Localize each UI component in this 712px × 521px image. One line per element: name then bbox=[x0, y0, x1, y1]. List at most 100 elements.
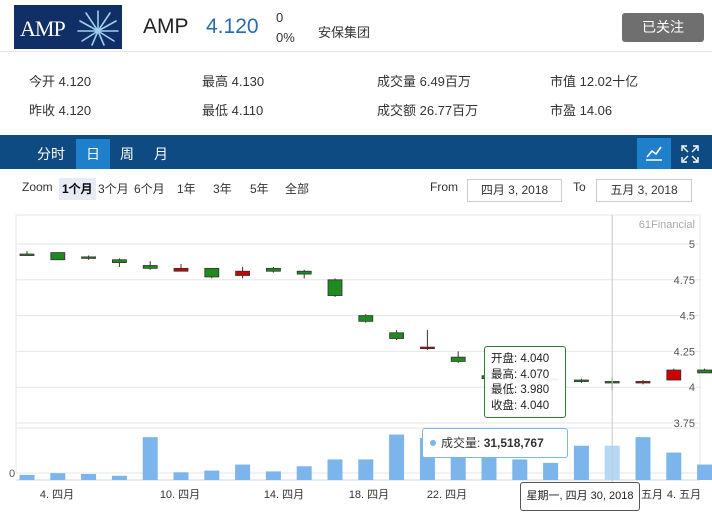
price-change-percent: 0% bbox=[276, 30, 295, 45]
stat-volume: 成交量 6.49百万 bbox=[377, 74, 471, 89]
volume-bar bbox=[512, 459, 528, 480]
chart-credit: 61Financial bbox=[639, 219, 695, 231]
y-tick-label: 5 bbox=[689, 239, 695, 251]
period-tabs: 分时 日 周 月 bbox=[0, 135, 712, 169]
y-tick-label: 4 bbox=[689, 382, 695, 394]
volume-bar bbox=[81, 474, 97, 480]
stat-pe: 市盈 14.06 bbox=[550, 103, 613, 118]
starburst-icon bbox=[77, 10, 119, 46]
tab-intraday[interactable]: 分时 bbox=[28, 139, 74, 169]
candle-body bbox=[327, 279, 343, 296]
volume-bar bbox=[204, 470, 220, 480]
x-tick-label: 4. 五月 bbox=[667, 489, 701, 501]
zoom-all-button[interactable]: 全部 bbox=[282, 178, 312, 200]
volume-bar bbox=[50, 473, 66, 480]
ohlc-tooltip: 开盘: 4.040 最高: 4.070 最低: 3.980 收盘: 4.040 bbox=[484, 346, 566, 418]
zoom-label: Zoom bbox=[22, 180, 53, 194]
quote-header: AMP AMP 4.120 0 0% 安保集团 已关注 bbox=[0, 0, 712, 52]
ticker-symbol: AMP bbox=[143, 15, 189, 38]
stat-high: 最高 4.130 bbox=[202, 74, 265, 89]
x-tick-label: 10. 四月 bbox=[160, 489, 200, 501]
volume-bar bbox=[296, 466, 312, 480]
y-tick-label: 4.25 bbox=[674, 346, 695, 358]
candle-body bbox=[265, 267, 281, 272]
volume-bar bbox=[635, 437, 651, 480]
company-name: 安保集团 bbox=[318, 25, 371, 40]
x-tick-label: 22. 四月 bbox=[427, 489, 467, 501]
candle-body bbox=[419, 346, 435, 350]
volume-bar bbox=[389, 434, 405, 480]
candle-body bbox=[635, 381, 651, 384]
stat-market-cap: 市值 12.02十亿 bbox=[550, 74, 639, 89]
stat-low: 最低 4.110 bbox=[202, 103, 264, 118]
logo-text: AMP bbox=[20, 16, 66, 41]
from-date-input[interactable]: 四月 3, 2018 bbox=[467, 179, 562, 202]
volume-bar bbox=[111, 475, 127, 480]
candle-body bbox=[142, 265, 158, 269]
volume-bar bbox=[265, 471, 281, 480]
volume-bar bbox=[358, 459, 374, 480]
to-date-input[interactable]: 五月 3, 2018 bbox=[596, 179, 692, 202]
date-tooltip: 星期一, 四月 30, 2018 bbox=[520, 482, 640, 511]
candle-body bbox=[697, 369, 712, 374]
tooltip-open: 开盘: 4.040 bbox=[491, 353, 550, 365]
candle-body bbox=[574, 379, 589, 382]
y-tick-label: 4.5 bbox=[680, 311, 695, 323]
follow-button[interactable]: 已关注 bbox=[622, 13, 704, 42]
volume-bar bbox=[573, 445, 589, 480]
price-change: 0 bbox=[276, 10, 284, 25]
tooltip-close: 收盘: 4.040 bbox=[491, 399, 550, 412]
candlestick-chart[interactable]: 54.754.54.2543.7561Financial04. 四月 10. 四月… bbox=[0, 210, 712, 521]
stat-turnover: 成交额 26.77百万 bbox=[377, 103, 479, 118]
volume-bar bbox=[327, 459, 343, 480]
plot-border bbox=[15, 214, 701, 474]
amp-logo: AMP bbox=[14, 5, 122, 49]
from-label: From bbox=[430, 180, 458, 194]
volume-bar bbox=[543, 462, 559, 480]
candle-body bbox=[112, 259, 127, 264]
volume-bar bbox=[666, 452, 682, 480]
zoom-1m-button[interactable]: 1个月 bbox=[59, 178, 96, 200]
candle-body bbox=[19, 253, 35, 256]
to-label: To bbox=[573, 180, 586, 194]
tooltip-low: 最低: 3.980 bbox=[491, 384, 550, 396]
y-tick-label: 4.75 bbox=[674, 275, 695, 287]
stat-open: 今开 4.120 bbox=[29, 74, 92, 89]
zoom-5y-button[interactable]: 5年 bbox=[247, 178, 272, 200]
volume-bar bbox=[173, 472, 189, 480]
tooltip-volume-value: 31,518,767 bbox=[483, 436, 544, 450]
tab-monthly[interactable]: 月 bbox=[144, 139, 178, 169]
tab-weekly[interactable]: 周 bbox=[110, 139, 144, 169]
x-tick-label: 18. 四月 bbox=[349, 489, 389, 501]
x-tick-label: 14. 四月 bbox=[264, 489, 304, 501]
zoom-3y-button[interactable]: 3年 bbox=[210, 178, 235, 200]
stock-quote-widget: AMP AMP 4.120 0 0% 安保集团 已关注 今开 4.120 最高 … bbox=[0, 0, 712, 521]
zoom-6m-button[interactable]: 6个月 bbox=[131, 178, 168, 200]
candle-body bbox=[50, 252, 66, 261]
stat-prev-close: 昨收 4.120 bbox=[29, 103, 92, 118]
candle-body bbox=[389, 332, 405, 339]
zoom-3m-button[interactable]: 3个月 bbox=[95, 178, 132, 200]
x-tick-label: 五月 bbox=[641, 489, 663, 501]
candle-body bbox=[173, 267, 189, 272]
fullscreen-icon[interactable] bbox=[673, 138, 707, 169]
line-chart-icon[interactable] bbox=[637, 138, 671, 169]
tooltip-volume-label: 成交量: bbox=[441, 436, 481, 450]
candle-body bbox=[81, 256, 96, 259]
volume-dot-icon bbox=[430, 440, 436, 446]
volume-tooltip: 成交量: 31,518,767 bbox=[422, 428, 568, 458]
volume-bar bbox=[235, 464, 251, 480]
candle-body bbox=[450, 356, 466, 362]
tooltip-high: 最高: 4.070 bbox=[491, 368, 550, 381]
volume-tick-label: 0 bbox=[9, 468, 15, 480]
last-price: 4.120 bbox=[206, 15, 259, 38]
candle-body bbox=[358, 315, 374, 322]
candle-body bbox=[235, 270, 251, 276]
candle-body bbox=[204, 267, 220, 278]
tab-daily[interactable]: 日 bbox=[76, 139, 110, 169]
candle-body bbox=[666, 369, 682, 381]
volume-bar bbox=[19, 474, 35, 480]
quote-stats: 今开 4.120 最高 4.130 成交量 6.49百万 市值 12.02十亿 … bbox=[0, 52, 712, 132]
volume-bar bbox=[142, 437, 158, 480]
zoom-1y-button[interactable]: 1年 bbox=[174, 178, 199, 200]
